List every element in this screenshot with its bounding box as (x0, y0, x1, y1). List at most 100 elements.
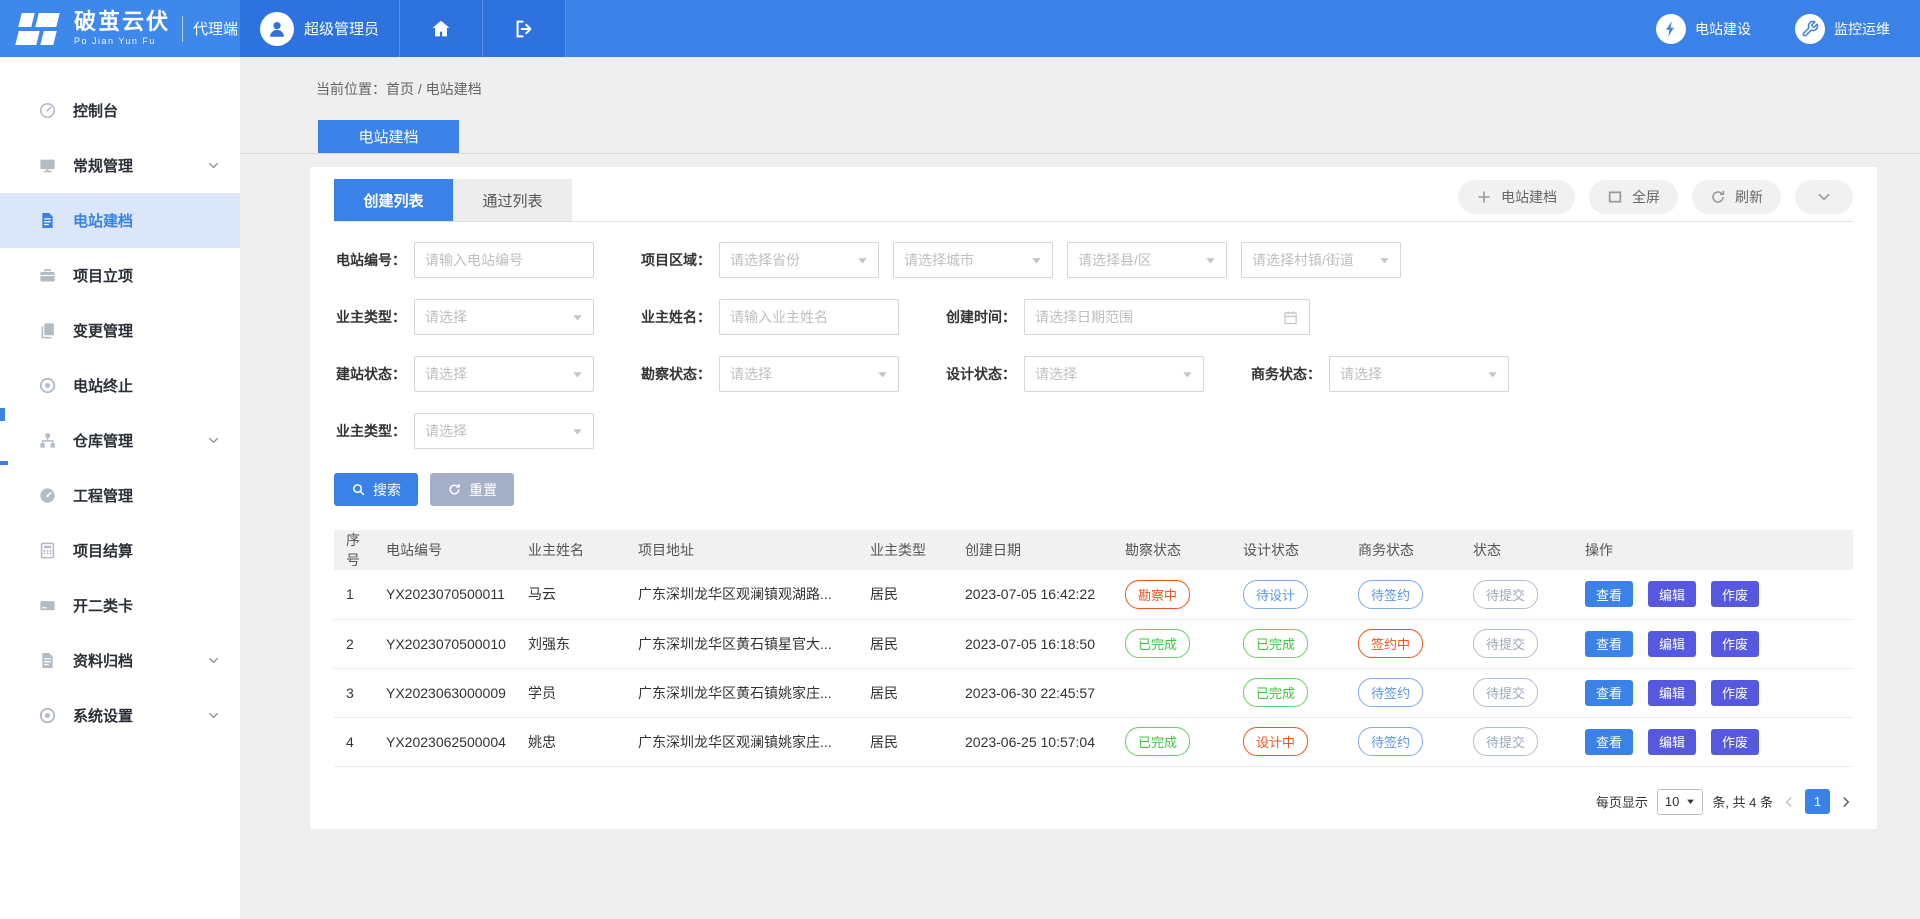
add-station-label: 电站建档 (1501, 187, 1557, 207)
owner-name-input[interactable] (719, 299, 899, 335)
dashboard-icon (38, 486, 57, 505)
chevron-down-icon (207, 654, 220, 667)
caret-down-icon (572, 426, 583, 437)
reset-button[interactable]: 重置 (430, 473, 514, 506)
chevron-down-icon (207, 159, 220, 172)
table-row: 1YX2023070500011马云广东深圳龙华区观澜镇观湖路...居民2023… (334, 570, 1853, 619)
chevron-down-icon (1816, 189, 1832, 205)
station-code-input[interactable] (414, 242, 594, 278)
region-select-0[interactable]: 请选择省份 (719, 242, 879, 278)
files-icon (38, 321, 57, 340)
header-nav-monitor-ops[interactable]: 监控运维 (1795, 14, 1890, 44)
tab-passed-list[interactable]: 通过列表 (453, 179, 572, 221)
chevron-down-icon (207, 709, 220, 722)
status-status-cell: 待提交 (1465, 619, 1577, 668)
date-range-picker[interactable]: 请选择日期范围 (1024, 299, 1310, 335)
region-label: 项目区域： (639, 250, 711, 270)
header-nav-station-build[interactable]: 电站建设 (1656, 14, 1751, 44)
business-status-select[interactable]: 请选择 (1329, 356, 1509, 392)
sidebar-item-data-archive[interactable]: 资料归档 (0, 633, 240, 688)
owner-type: 居民 (862, 717, 957, 766)
owner-type-select[interactable]: 请选择 (414, 299, 594, 335)
region-select-2[interactable]: 请选择县/区 (1067, 242, 1227, 278)
logout-icon (513, 18, 535, 40)
sidebar-item-project-initiation[interactable]: 项目立项 (0, 248, 240, 303)
user-menu[interactable]: 超级管理员 (240, 0, 400, 57)
status-badge: 待签约 (1358, 580, 1423, 609)
select-placeholder: 请选择 (425, 364, 467, 384)
caret-down-icon (1487, 369, 1498, 380)
sidebar-item-station-archive[interactable]: 电站建档 (0, 193, 240, 248)
view-button[interactable]: 查看 (1585, 680, 1633, 706)
void-button[interactable]: 作废 (1711, 631, 1759, 657)
status-badge: 已完成 (1243, 678, 1308, 707)
tab-create-list[interactable]: 创建列表 (334, 179, 453, 221)
sidebar-item-console[interactable]: 控制台 (0, 83, 240, 138)
void-button[interactable]: 作废 (1711, 680, 1759, 706)
region-select-1[interactable]: 请选择城市 (893, 242, 1053, 278)
main-content: 当前位置：首页 / 电站建档 电站建档 创建列表 通过列表 电站建档 全屏 (240, 57, 1920, 919)
logo-icon (16, 11, 62, 47)
status-badge: 待提交 (1473, 678, 1538, 707)
edit-button[interactable]: 编辑 (1648, 581, 1696, 607)
sidebar-item-second-type-card[interactable]: 开二类卡 (0, 578, 240, 633)
sidebar-item-engineering-mgmt[interactable]: 工程管理 (0, 468, 240, 523)
search-button[interactable]: 搜索 (334, 473, 418, 506)
business-status-cell: 待签约 (1350, 668, 1465, 717)
edit-button[interactable]: 编辑 (1648, 631, 1696, 657)
edit-button[interactable]: 编辑 (1648, 729, 1696, 755)
survey-status-select[interactable]: 请选择 (719, 356, 899, 392)
owner-name: 刘强东 (520, 619, 630, 668)
sidebar-item-system-settings[interactable]: 系统设置 (0, 688, 240, 743)
caret-down-icon (877, 369, 888, 380)
per-page-select[interactable]: 10 (1657, 789, 1703, 815)
view-button[interactable]: 查看 (1585, 631, 1633, 657)
sidebar-item-change-mgmt[interactable]: 变更管理 (0, 303, 240, 358)
region-select-3[interactable]: 请选择村镇/街道 (1241, 242, 1401, 278)
actions-cell: 查看编辑作废 (1577, 717, 1853, 766)
chevron-right-icon[interactable] (1839, 795, 1853, 809)
collapse-button[interactable] (1795, 180, 1853, 214)
survey-status-cell: 已完成 (1117, 717, 1235, 766)
page-number-button[interactable]: 1 (1805, 789, 1830, 814)
refresh-button[interactable]: 刷新 (1692, 180, 1781, 214)
caret-down-icon (1205, 255, 1216, 266)
page-tab-station-archive[interactable]: 电站建档 (318, 120, 459, 153)
design-status-cell: 已完成 (1235, 619, 1350, 668)
wrench-icon (1795, 14, 1825, 44)
column-header: 电站编号 (378, 530, 520, 570)
owner-type2-select[interactable]: 请选择 (414, 413, 594, 449)
design-status-select[interactable]: 请选择 (1024, 356, 1204, 392)
sidebar-item-warehouse-mgmt[interactable]: 仓库管理 (0, 413, 240, 468)
fullscreen-button[interactable]: 全屏 (1589, 180, 1678, 214)
project-address: 广东深圳龙华区黄石镇星官大... (630, 619, 862, 668)
project-address: 广东深圳龙华区黄石镇姚家庄... (630, 668, 862, 717)
add-station-button[interactable]: 电站建档 (1458, 180, 1575, 214)
edit-button[interactable]: 编辑 (1648, 680, 1696, 706)
sidebar-item-general-mgmt[interactable]: 常规管理 (0, 138, 240, 193)
view-button[interactable]: 查看 (1585, 581, 1633, 607)
status-badge: 已完成 (1125, 629, 1190, 658)
status-badge: 已完成 (1243, 629, 1308, 658)
sidebar-item-station-termination[interactable]: 电站终止 (0, 358, 240, 413)
logo-subtitle: Po Jian Yun Fu (74, 37, 170, 46)
view-button[interactable]: 查看 (1585, 729, 1633, 755)
column-header: 创建日期 (957, 530, 1117, 570)
build-status-select[interactable]: 请选择 (414, 356, 594, 392)
plus-icon (1476, 189, 1492, 205)
chevron-left-icon[interactable] (1782, 795, 1796, 809)
caret-down-icon (1379, 255, 1390, 266)
void-button[interactable]: 作废 (1711, 581, 1759, 607)
header-nav-label: 监控运维 (1834, 19, 1890, 39)
select-placeholder: 请选择村镇/街道 (1252, 250, 1354, 270)
status-status-cell: 待提交 (1465, 570, 1577, 619)
archive-icon (38, 651, 57, 670)
sidebar-item-project-settlement[interactable]: 项目结算 (0, 523, 240, 578)
column-header: 业主类型 (862, 530, 957, 570)
void-button[interactable]: 作废 (1711, 729, 1759, 755)
logout-button[interactable] (483, 0, 566, 57)
status-status-cell: 待提交 (1465, 668, 1577, 717)
home-button[interactable] (400, 0, 483, 57)
status-badge: 设计中 (1243, 727, 1308, 756)
filter-actions: 搜索 重置 (334, 473, 1853, 506)
